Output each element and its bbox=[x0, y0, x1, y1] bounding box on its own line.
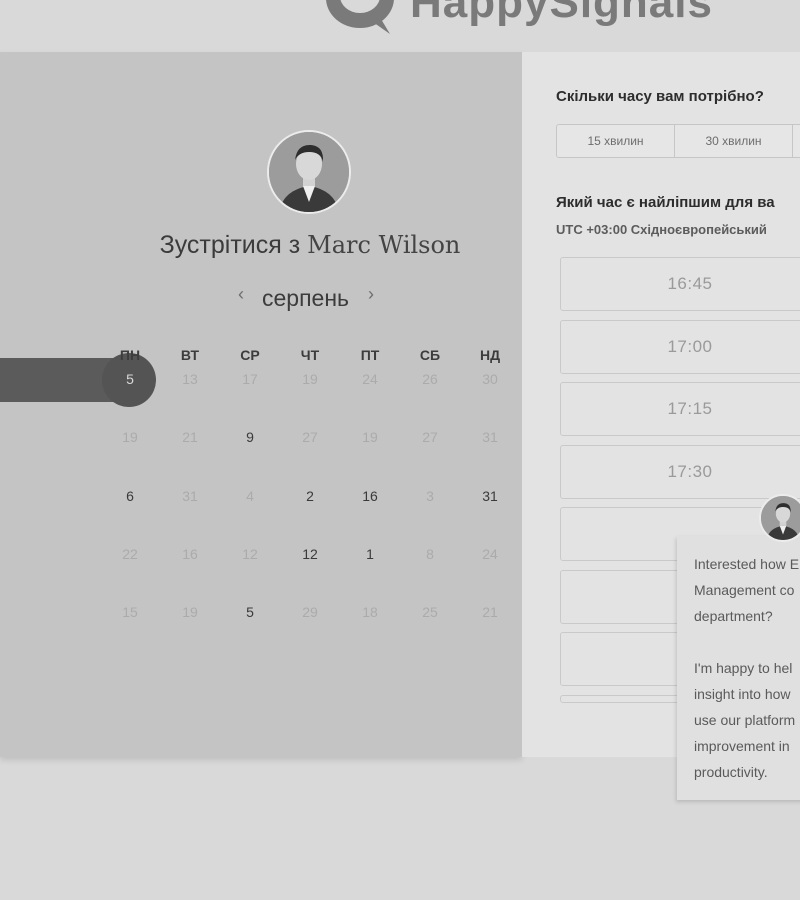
calendar-day[interactable]: 1 bbox=[340, 544, 400, 564]
chat-line: Interested how E bbox=[694, 556, 800, 572]
calendar-day: 19 bbox=[122, 429, 138, 445]
month-navigation: ‹ серпень › bbox=[210, 282, 410, 312]
chevron-left-icon[interactable]: ‹ bbox=[238, 284, 244, 305]
calendar-day: 24 bbox=[362, 371, 378, 387]
time-slot[interactable]: 16:45 bbox=[560, 257, 800, 311]
calendar-day: 12 bbox=[242, 546, 258, 562]
calendar-day: 19 bbox=[302, 371, 318, 387]
calendar-panel bbox=[0, 52, 522, 757]
calendar-day[interactable]: 5 bbox=[220, 602, 280, 622]
calendar-day: 21 bbox=[482, 604, 498, 620]
chat-popup[interactable]: Interested how E Management co departmen… bbox=[677, 536, 800, 800]
header: HappySignals bbox=[0, 0, 800, 52]
duration-30-button[interactable]: 30 хвилин bbox=[675, 125, 793, 157]
host-name: Marc Wilson bbox=[307, 231, 461, 259]
time-slot[interactable]: 17:30 bbox=[560, 445, 800, 499]
calendar-day: 8 bbox=[426, 546, 434, 562]
weekday-thu: ЧТ bbox=[300, 347, 320, 363]
calendar-day: 4 bbox=[246, 488, 254, 504]
calendar-day[interactable]: 2 bbox=[280, 486, 340, 506]
calendar-day[interactable]: 16 bbox=[340, 486, 400, 506]
chat-line: I'm happy to hel bbox=[694, 660, 793, 676]
weekday-sat: СБ bbox=[419, 347, 441, 363]
chat-line: productivity. bbox=[694, 764, 768, 780]
duration-selector: 15 хвилин 30 хвилин bbox=[556, 124, 800, 158]
calendar-day: 3 bbox=[426, 488, 434, 504]
time-slot[interactable]: 17:15 bbox=[560, 382, 800, 436]
time-slot[interactable]: 17:00 bbox=[560, 320, 800, 374]
chat-line: insight into how bbox=[694, 686, 791, 702]
calendar-day: 24 bbox=[482, 546, 498, 562]
meeting-title: Зустрітися з Marc Wilson bbox=[100, 231, 520, 260]
chevron-right-icon[interactable]: › bbox=[368, 284, 374, 305]
duration-60-button[interactable] bbox=[793, 125, 800, 157]
chat-line: use our platform bbox=[694, 712, 796, 728]
weekday-mon: ПН bbox=[119, 347, 141, 363]
calendar-day: 18 bbox=[362, 604, 378, 620]
calendar-day: 13 bbox=[182, 371, 198, 387]
calendar-day: 17 bbox=[242, 371, 258, 387]
calendar-day: 19 bbox=[362, 429, 378, 445]
calendar-day[interactable]: 9 bbox=[220, 427, 280, 447]
calendar-day: 15 bbox=[122, 604, 138, 620]
calendar-day[interactable]: 5 bbox=[100, 369, 160, 389]
month-label: серпень bbox=[262, 285, 350, 311]
calendar-day[interactable]: 12 bbox=[280, 544, 340, 564]
chat-message: Interested how E Management co departmen… bbox=[694, 551, 800, 785]
calendar-day: 30 bbox=[482, 371, 498, 387]
chat-avatar[interactable] bbox=[759, 494, 800, 542]
calendar-day: 31 bbox=[182, 488, 198, 504]
duration-heading: Скільки часу вам потрібно? bbox=[556, 88, 764, 105]
logo-text: HappySignals bbox=[410, 0, 713, 27]
time-heading: Який час є найліпшим для ва bbox=[556, 194, 775, 211]
chat-line: improvement in bbox=[694, 738, 790, 754]
weekday-fri: ПТ bbox=[360, 347, 380, 363]
weekday-wed: СР bbox=[240, 347, 260, 363]
weekday-tue: ВТ bbox=[180, 347, 200, 363]
calendar-day[interactable]: 31 bbox=[460, 486, 520, 506]
calendar-day: 26 bbox=[422, 371, 438, 387]
calendar-day: 27 bbox=[302, 429, 318, 445]
person-photo-icon bbox=[761, 496, 800, 540]
chat-line: Management co bbox=[694, 582, 795, 598]
duration-15-button[interactable]: 15 хвилин bbox=[557, 125, 675, 157]
chat-line: department? bbox=[694, 608, 773, 624]
weekday-sun: НД bbox=[479, 347, 501, 363]
host-avatar bbox=[267, 130, 351, 214]
calendar-day: 25 bbox=[422, 604, 438, 620]
chat-line bbox=[694, 629, 800, 655]
calendar-day: 19 bbox=[182, 604, 198, 620]
calendar-day: 31 bbox=[482, 429, 498, 445]
calendar-day: 27 bbox=[422, 429, 438, 445]
person-photo-icon bbox=[269, 132, 349, 212]
calendar-day[interactable]: 6 bbox=[100, 486, 160, 506]
meeting-title-prefix: Зустрітися з bbox=[159, 231, 308, 259]
calendar-day: 29 bbox=[302, 604, 318, 620]
timezone-label[interactable]: UTC +03:00 Східноєвропейський bbox=[556, 222, 767, 237]
calendar-day: 16 bbox=[182, 546, 198, 562]
calendar-day: 21 bbox=[182, 429, 198, 445]
calendar-day: 22 bbox=[122, 546, 138, 562]
logo-speech-bubble-icon bbox=[326, 0, 394, 34]
